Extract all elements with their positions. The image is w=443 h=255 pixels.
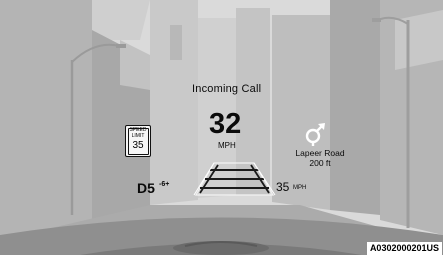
cruise-set-speed-unit: MPH bbox=[293, 185, 307, 191]
hud-scene: Incoming Call 32 MPH SPEED LIMIT 35 Lape… bbox=[0, 0, 443, 255]
lane-detection-graphic bbox=[193, 162, 276, 196]
speed-limit-sign-line2: LIMIT bbox=[131, 132, 145, 139]
turn-right-arrow-icon bbox=[305, 123, 325, 146]
speed-limit-sign: SPEED LIMIT 35 bbox=[125, 125, 151, 157]
current-speed-value: 32 bbox=[209, 108, 242, 140]
figure-id-label: A0302000201US bbox=[366, 242, 442, 255]
incoming-call-notification: Incoming Call bbox=[192, 83, 262, 95]
navigation-road-name: Lapeer Road bbox=[295, 148, 345, 158]
gear-range-indicator: -6+ bbox=[159, 181, 170, 188]
current-speed-unit: MPH bbox=[218, 141, 236, 150]
speed-limit-value: 35 bbox=[132, 140, 144, 151]
cruise-set-speed-value: 35 bbox=[276, 180, 290, 194]
gear-indicator: D5 bbox=[137, 180, 155, 196]
navigation-distance: 200 ft bbox=[309, 158, 331, 168]
